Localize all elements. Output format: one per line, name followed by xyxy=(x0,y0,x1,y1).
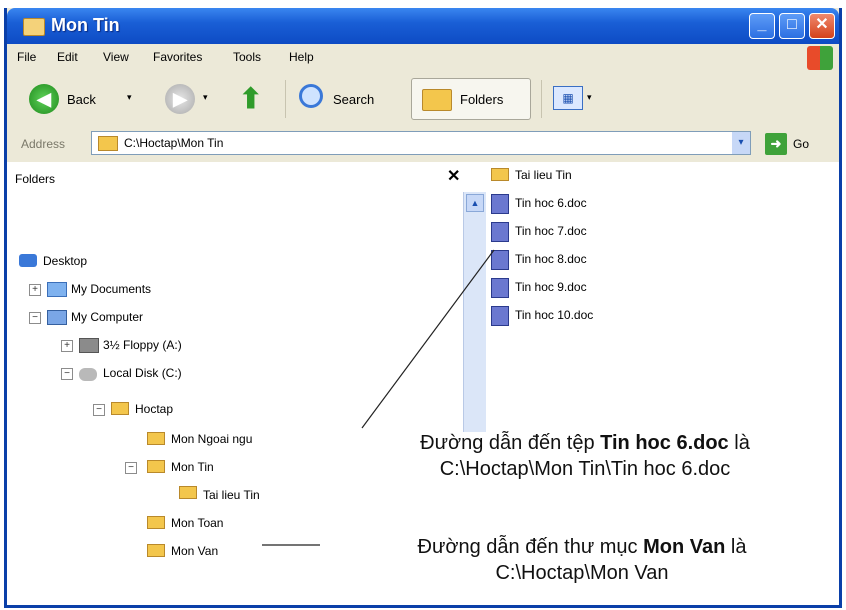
annotation-text: là xyxy=(728,432,750,454)
annotation-text: là xyxy=(725,536,747,558)
annotation-lines xyxy=(262,249,495,546)
file-path-annotation: Đường dẫn đến tệp Tin hoc 6.doc là C:\Ho… xyxy=(330,430,840,482)
annotation-text: Đường dẫn đến thư mục xyxy=(417,536,644,558)
annotation-file-name: Tin hoc 6.doc xyxy=(600,432,729,454)
annotation-folder-name: Mon Van xyxy=(643,536,726,558)
annotation-folder-path: C:\Hoctap\Mon Van xyxy=(495,562,669,584)
annotation-file-path: C:\Hoctap\Mon Tin\Tin hoc 6.doc xyxy=(439,458,731,480)
callout-line-file xyxy=(361,249,495,429)
folder-path-annotation: Đường dẫn đến thư mục Mon Van là C:\Hoct… xyxy=(322,534,842,586)
annotation-text: Đường dẫn đến tệp xyxy=(420,432,601,454)
